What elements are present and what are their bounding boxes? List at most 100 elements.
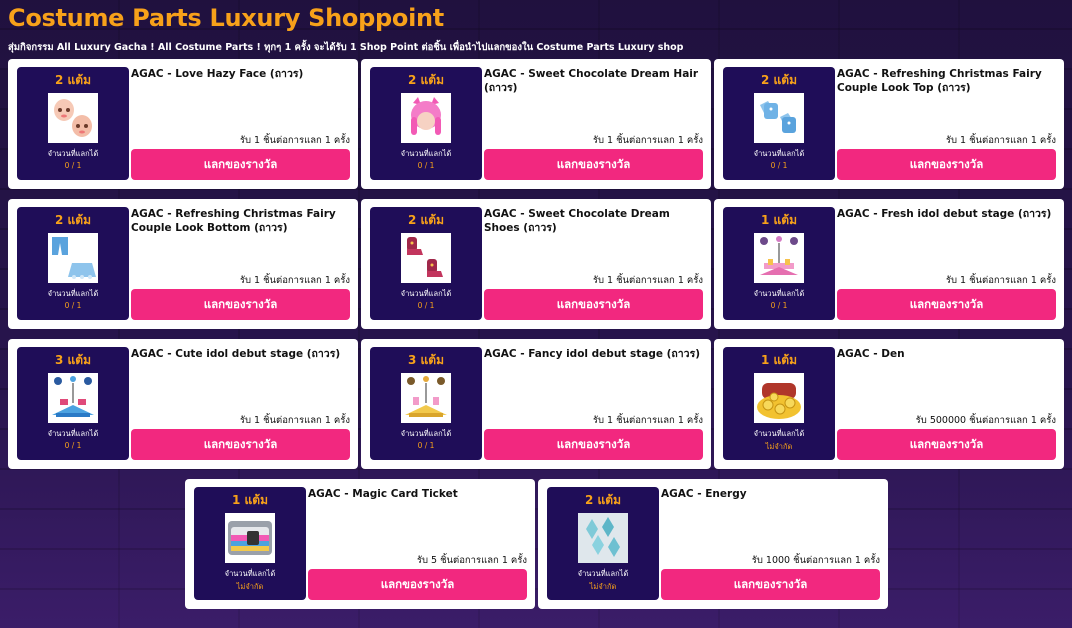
points-label: 1 แต้ม (232, 493, 268, 507)
redeem-button[interactable]: แลกของรางวัล (484, 429, 703, 460)
exchange-rate: รับ 1 ชิ้นต่อการแลก 1 ครั้ง (592, 275, 703, 286)
reward-info-panel: 3 แต้ม จำนวนที่แลกได้ 0 / 1 (17, 347, 129, 460)
idol-stage-blue-icon (48, 373, 98, 423)
item-name: AGAC - Magic Card Ticket (308, 488, 458, 500)
points-label: 2 แต้ม (408, 73, 444, 87)
exchange-rate: รับ 5 ชิ้นต่อการแลก 1 ครั้ง (416, 555, 527, 566)
gold-coins-icon (754, 373, 804, 423)
blue-bottom-icon (48, 233, 98, 283)
redeem-count-label: จำนวนที่แลกได้ (753, 289, 805, 298)
reward-info-panel: 1 แต้ม จำนวนที่แลกได้ ไม่จำกัด (723, 347, 835, 460)
reward-info-panel: 2 แต้ม จำนวนที่แลกได้ 0 / 1 (17, 207, 129, 320)
item-name: AGAC - Cute idol debut stage (ถาวร) (131, 348, 341, 360)
points-label: 1 แต้ม (761, 213, 797, 227)
reward-info-panel: 2 แต้ม จำนวนที่แลกได้ 0 / 1 (17, 67, 129, 180)
reward-card: 2 แต้ม จำนวนที่แลกได้ ไม่จำกัด AGAC - En… (538, 479, 888, 609)
idol-stage-pink-icon (754, 233, 804, 283)
redeem-button[interactable]: แลกของรางวัล (131, 289, 350, 320)
reward-info-panel: 1 แต้ม จำนวนที่แลกได้ 0 / 1 (723, 207, 835, 320)
points-label: 2 แต้ม (585, 493, 621, 507)
reward-card: 3 แต้ม จำนวนที่แลกได้ 0 / 1 AGAC - Fancy… (361, 339, 711, 469)
points-label: 2 แต้ม (761, 73, 797, 87)
reward-card: 2 แต้ม จำนวนที่แลกได้ 0 / 1 AGAC - Refre… (8, 199, 358, 329)
item-name: AGAC - Sweet Chocolate Dream Shoes (ถาวร… (484, 208, 670, 234)
reward-card: 1 แต้ม จำนวนที่แลกได้ ไม่จำกัด AGAC - Ma… (185, 479, 535, 609)
exchange-rate: รับ 1000 ชิ้นต่อการแลก 1 ครั้ง (751, 555, 880, 566)
reward-card: 2 แต้ม จำนวนที่แลกได้ 0 / 1 AGAC - Sweet… (361, 199, 711, 329)
reward-info-panel: 1 แต้ม จำนวนที่แลกได้ ไม่จำกัด (194, 487, 306, 600)
item-name: AGAC - Fresh idol debut stage (ถาวร) (837, 208, 1052, 220)
redeem-count-label: จำนวนที่แลกได้ (47, 149, 99, 158)
redeem-button[interactable]: แลกของรางวัล (484, 149, 703, 180)
reward-card: 2 แต้ม จำนวนที่แลกได้ 0 / 1 AGAC - Love … (8, 59, 358, 189)
redeem-count-value: ไม่จำกัด (765, 442, 793, 451)
exchange-rate: รับ 1 ชิ้นต่อการแลก 1 ครั้ง (239, 275, 350, 286)
redeem-count-value: 0 / 1 (770, 301, 788, 310)
points-label: 3 แต้ม (55, 353, 91, 367)
redeem-count-value: ไม่จำกัด (236, 582, 264, 591)
exchange-rate: รับ 1 ชิ้นต่อการแลก 1 ครั้ง (239, 415, 350, 426)
redeem-count-value: 0 / 1 (417, 441, 435, 450)
redeem-count-label: จำนวนที่แลกได้ (400, 429, 452, 438)
item-name: AGAC - Love Hazy Face (ถาวร) (131, 68, 304, 80)
hazy-face-icon (48, 93, 98, 143)
reward-info-panel: 3 แต้ม จำนวนที่แลกได้ 0 / 1 (370, 347, 482, 460)
redeem-button[interactable]: แลกของรางวัล (661, 569, 880, 600)
energy-crystals-icon (578, 513, 628, 563)
redeem-count-label: จำนวนที่แลกได้ (224, 569, 276, 578)
points-label: 2 แต้ม (55, 73, 91, 87)
redeem-button[interactable]: แลกของรางวัล (837, 149, 1056, 180)
reward-card: 2 แต้ม จำนวนที่แลกได้ 0 / 1 AGAC - Sweet… (361, 59, 711, 189)
exchange-rate: รับ 500000 ชิ้นต่อการแลก 1 ครั้ง (915, 415, 1056, 426)
item-name: AGAC - Fancy idol debut stage (ถาวร) (484, 348, 701, 360)
reward-info-panel: 2 แต้ม จำนวนที่แลกได้ 0 / 1 (370, 207, 482, 320)
redeem-count-value: 0 / 1 (770, 161, 788, 170)
exchange-rate: รับ 1 ชิ้นต่อการแลก 1 ครั้ง (945, 275, 1056, 286)
redeem-count-value: 0 / 1 (64, 301, 82, 310)
reward-card: 3 แต้ม จำนวนที่แลกได้ 0 / 1 AGAC - Cute … (8, 339, 358, 469)
redeem-count-value: 0 / 1 (417, 301, 435, 310)
exchange-rate: รับ 1 ชิ้นต่อการแลก 1 ครั้ง (239, 135, 350, 146)
points-label: 1 แต้ม (761, 353, 797, 367)
exchange-rate: รับ 1 ชิ้นต่อการแลก 1 ครั้ง (945, 135, 1056, 146)
redeem-count-value: 0 / 1 (64, 161, 82, 170)
shoes-icon (401, 233, 451, 283)
exchange-rate: รับ 1 ชิ้นต่อการแลก 1 ครั้ง (592, 135, 703, 146)
redeem-count-label: จำนวนที่แลกได้ (47, 289, 99, 298)
reward-info-panel: 2 แต้ม จำนวนที่แลกได้ 0 / 1 (370, 67, 482, 180)
page-title: Costume Parts Luxury Shoppoint (8, 4, 444, 32)
redeem-button[interactable]: แลกของรางวัล (308, 569, 527, 600)
points-label: 3 แต้ม (408, 353, 444, 367)
page-subtitle: สุ่มกิจกรรม All Luxury Gacha ! All Costu… (8, 42, 684, 53)
redeem-count-value: ไม่จำกัด (589, 582, 617, 591)
reward-info-panel: 2 แต้ม จำนวนที่แลกได้ ไม่จำกัด (547, 487, 659, 600)
pink-hair-icon (401, 93, 451, 143)
item-name: AGAC - Energy (661, 488, 747, 500)
points-label: 2 แต้ม (408, 213, 444, 227)
points-label: 2 แต้ม (55, 213, 91, 227)
item-name: AGAC - Den (837, 348, 905, 360)
magic-card-icon (225, 513, 275, 563)
reward-info-panel: 2 แต้ม จำนวนที่แลกได้ 0 / 1 (723, 67, 835, 180)
redeem-button[interactable]: แลกของรางวัล (837, 429, 1056, 460)
item-name: AGAC - Sweet Chocolate Dream Hair (ถาวร) (484, 68, 699, 94)
blue-top-icon (754, 93, 804, 143)
redeem-count-label: จำนวนที่แลกได้ (753, 429, 805, 438)
item-name: AGAC - Refreshing Christmas Fairy Couple… (131, 208, 336, 234)
exchange-rate: รับ 1 ชิ้นต่อการแลก 1 ครั้ง (592, 415, 703, 426)
redeem-button[interactable]: แลกของรางวัล (837, 289, 1056, 320)
redeem-count-label: จำนวนที่แลกได้ (577, 569, 629, 578)
reward-card: 2 แต้ม จำนวนที่แลกได้ 0 / 1 AGAC - Refre… (714, 59, 1064, 189)
redeem-count-value: 0 / 1 (64, 441, 82, 450)
redeem-button[interactable]: แลกของรางวัล (131, 429, 350, 460)
redeem-count-value: 0 / 1 (417, 161, 435, 170)
reward-card: 1 แต้ม จำนวนที่แลกได้ 0 / 1 AGAC - Fresh… (714, 199, 1064, 329)
redeem-count-label: จำนวนที่แลกได้ (400, 149, 452, 158)
redeem-count-label: จำนวนที่แลกได้ (753, 149, 805, 158)
redeem-count-label: จำนวนที่แลกได้ (47, 429, 99, 438)
redeem-count-label: จำนวนที่แลกได้ (400, 289, 452, 298)
item-name: AGAC - Refreshing Christmas Fairy Couple… (837, 68, 1042, 94)
redeem-button[interactable]: แลกของรางวัล (131, 149, 350, 180)
redeem-button[interactable]: แลกของรางวัล (484, 289, 703, 320)
idol-stage-gold-icon (401, 373, 451, 423)
